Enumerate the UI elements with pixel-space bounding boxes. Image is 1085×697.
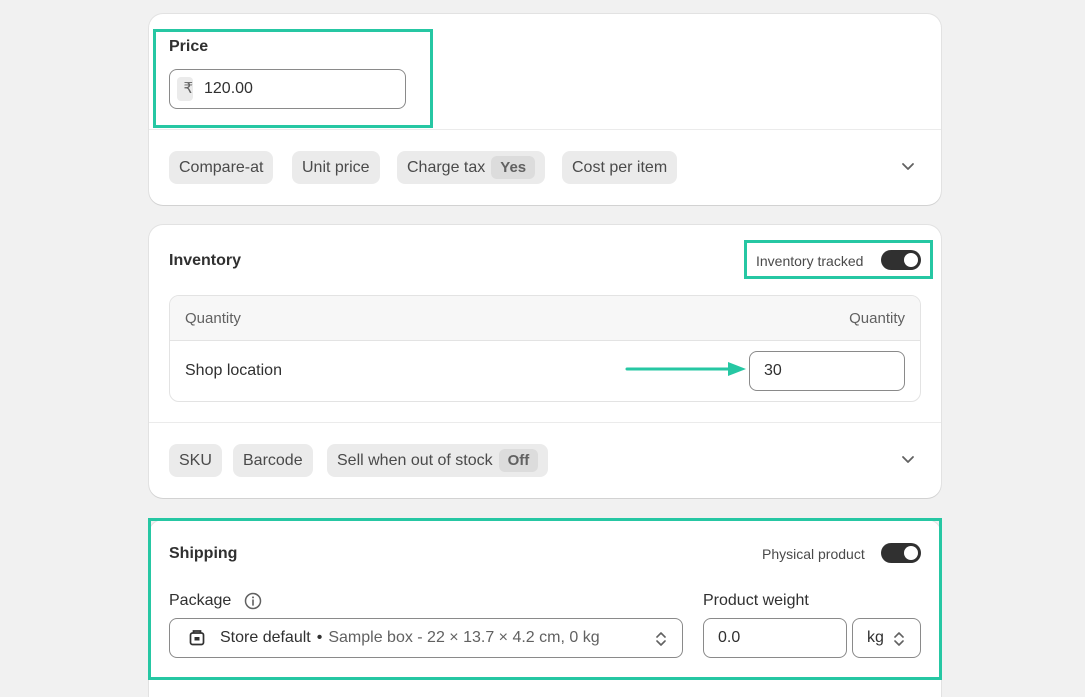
price-card: Price ₹ 120.00 Compare-at Unit price Cha… [149,14,941,205]
sell-out-of-stock-label: Sell when out of stock [337,451,493,469]
inventory-card: Inventory Inventory tracked Quantity Qua… [149,225,941,498]
table-row: Shop location 30 [170,341,920,401]
package-label: Package [169,592,231,610]
charge-tax-label: Charge tax [407,158,486,176]
location-name: Shop location [185,362,282,379]
chevron-down-icon[interactable] [898,449,918,469]
shipping-card: Shipping Physical product Package Store … [149,520,941,697]
toggle-knob [904,546,918,560]
price-input[interactable]: ₹ 120.00 [169,69,406,109]
price-value: 120.00 [204,80,253,97]
shipping-title: Shipping [169,545,238,562]
weight-value: 0.0 [718,629,741,646]
unit-price-pill[interactable]: Unit price [292,151,380,184]
inventory-tracked-toggle[interactable] [881,250,921,270]
select-updown-icon [656,632,666,646]
compare-at-label: Compare-at [179,158,264,176]
inventory-divider [149,422,941,423]
package-icon [189,630,205,646]
table-header-right: Quantity [849,310,905,327]
charge-tax-pill[interactable]: Charge tax Yes [397,151,546,184]
package-detail: Sample box - 22 × 13.7 × 4.2 cm, 0 kg [328,629,600,646]
weight-unit-value: kg [867,629,884,646]
cost-per-item-pill[interactable]: Cost per item [562,151,678,184]
sku-label: SKU [179,451,212,469]
charge-tax-badge: Yes [491,156,536,179]
toggle-knob [904,253,918,267]
physical-product-label: Physical product [762,546,865,562]
price-title: Price [169,38,209,55]
product-weight-label: Product weight [703,592,809,610]
barcode-pill[interactable]: Barcode [233,444,313,477]
sell-out-of-stock-badge: Off [498,449,539,472]
sku-pill[interactable]: SKU [169,444,222,477]
arrow-annotation [625,362,746,376]
package-separator: • [316,629,323,646]
select-updown-icon [894,632,904,646]
inventory-tracked-label: Inventory tracked [756,253,864,269]
inventory-table: Quantity Quantity Shop location 30 [169,295,921,402]
currency-symbol: ₹ [177,77,193,101]
physical-product-toggle[interactable] [881,543,921,563]
barcode-label: Barcode [243,451,303,469]
package-label-text: Package [169,592,232,609]
table-header-left: Quantity [185,310,241,327]
quantity-input[interactable]: 30 [749,351,905,391]
product-weight-label-text: Product weight [703,592,809,609]
info-icon[interactable] [244,592,262,610]
sell-out-of-stock-pill[interactable]: Sell when out of stock Off [327,444,549,477]
package-name: Store default [220,629,311,646]
weight-input[interactable]: 0.0 [703,618,847,658]
quantity-value: 30 [764,362,782,379]
unit-price-label: Unit price [302,158,370,176]
inventory-title: Inventory [169,252,242,269]
inventory-table-header: Quantity Quantity [170,296,920,341]
price-divider [149,129,941,130]
cost-per-item-label: Cost per item [572,158,668,176]
compare-at-pill[interactable]: Compare-at [169,151,274,184]
weight-unit-select[interactable]: kg [852,618,921,658]
chevron-down-icon[interactable] [898,156,918,176]
package-select[interactable]: Store default • Sample box - 22 × 13.7 ×… [169,618,683,658]
